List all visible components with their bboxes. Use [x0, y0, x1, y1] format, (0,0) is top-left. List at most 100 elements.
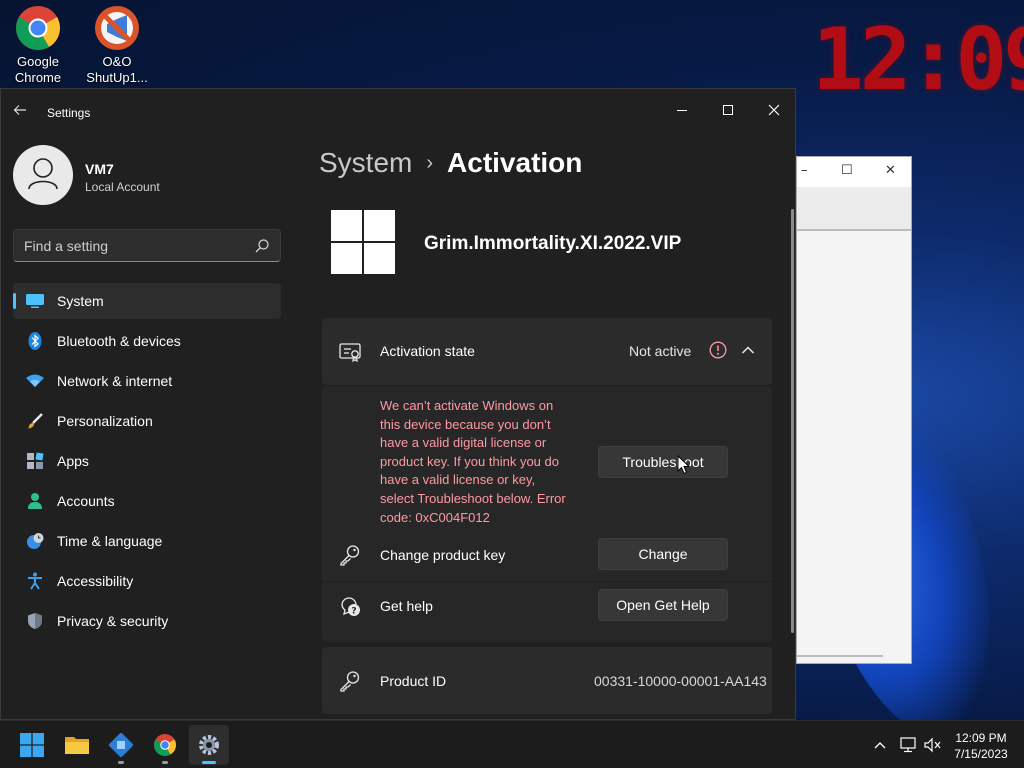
search-box[interactable] — [13, 229, 281, 262]
maximize-button[interactable] — [705, 95, 751, 125]
key-icon — [340, 545, 360, 566]
chevron-up-icon[interactable] — [741, 345, 755, 355]
accounts-icon — [25, 491, 45, 511]
sidebar-item-time-language[interactable]: Time & language — [13, 523, 281, 559]
avatar[interactable] — [13, 145, 73, 205]
activation-state-header[interactable]: Activation state Not active — [322, 318, 772, 385]
settings-window: Settings VM7 Local Account System — [0, 88, 796, 720]
sidebar-item-label: Bluetooth & devices — [57, 333, 181, 349]
search-input[interactable] — [14, 230, 246, 261]
sidebar-item-label: System — [57, 293, 104, 309]
chevron-right-icon: › — [426, 152, 434, 174]
background-window-titlebar[interactable]: – ☐ ✕ — [797, 157, 911, 187]
close-button[interactable] — [751, 95, 797, 125]
network-icon — [25, 371, 45, 391]
minimize-icon[interactable]: – — [801, 163, 808, 178]
sidebar-item-privacy-security[interactable]: Privacy & security — [13, 603, 281, 639]
window-title: Settings — [47, 106, 91, 120]
maximize-icon[interactable]: ☐ — [841, 163, 853, 178]
help-icon: ? — [341, 597, 360, 617]
show-hidden-icons[interactable] — [870, 735, 890, 755]
time-language-icon — [25, 531, 45, 551]
back-arrow-icon[interactable] — [13, 103, 27, 121]
settings-icon — [199, 735, 219, 755]
sidebar-item-network[interactable]: Network & internet — [13, 363, 281, 399]
product-id-card: Product ID 00331-10000-00001-AA143 — [322, 647, 772, 714]
sidebar-item-label: Apps — [57, 453, 89, 469]
sidebar-item-label: Accounts — [57, 493, 115, 509]
accessibility-icon — [25, 571, 45, 591]
taskbar-chrome[interactable] — [145, 725, 185, 765]
background-window-scrollbar[interactable] — [797, 655, 883, 657]
taskbar-settings[interactable] — [189, 725, 229, 765]
product-id-label: Product ID — [380, 673, 447, 689]
close-icon[interactable]: ✕ — [885, 163, 896, 178]
error-line: have a valid digital license or — [380, 435, 547, 451]
activation-details: We can’t activate Windows on this device… — [322, 386, 772, 642]
svg-text:?: ? — [351, 607, 356, 617]
start-button[interactable] — [12, 725, 52, 765]
main-scrollbar[interactable] — [791, 209, 794, 633]
sidebar-item-label: Privacy & security — [57, 613, 169, 629]
windows-edition: Grim.Immortality.XI.2022.VIP — [424, 233, 682, 254]
clock-time: 12:09 PM — [955, 731, 1007, 745]
volume-status[interactable] — [923, 735, 943, 755]
status-badge: Not active — [629, 343, 692, 359]
sidebar-item-accounts[interactable]: Accounts — [13, 483, 281, 519]
sidebar-item-apps[interactable]: Apps — [13, 443, 281, 479]
sidebar-nav: System Bluetooth & devices Network & int… — [13, 283, 281, 643]
error-line: select Troubleshoot below. Error — [380, 490, 566, 506]
mouse-cursor-icon — [677, 455, 691, 475]
chrome-icon — [14, 4, 62, 52]
taskbar-file-explorer[interactable] — [57, 725, 97, 765]
error-line: product key. If you think you do — [380, 453, 559, 469]
activation-state-label: Activation state — [380, 343, 475, 359]
network-monitor-icon — [900, 737, 916, 753]
product-id-value: 00331-10000-00001-AA143 — [594, 673, 767, 689]
sidebar-item-label: Personalization — [57, 413, 153, 429]
bluetooth-icon — [25, 331, 45, 351]
error-line: We can’t activate Windows on — [380, 398, 554, 413]
sidebar-item-bluetooth[interactable]: Bluetooth & devices — [13, 323, 281, 359]
troubleshoot-button[interactable]: Troubleshoot — [598, 446, 728, 478]
change-button[interactable]: Change — [598, 538, 728, 570]
running-indicator — [118, 761, 124, 764]
close-icon — [768, 104, 780, 116]
error-line: this device because you don’t — [380, 416, 551, 432]
background-window-toolbar — [797, 187, 911, 231]
sidebar-item-label: Network & internet — [57, 373, 173, 389]
taskbar-clock[interactable]: 12:09 PM 7/15/2023 — [946, 730, 1016, 762]
user-icon — [28, 158, 58, 190]
sidebar-item-accessibility[interactable]: Accessibility — [13, 563, 281, 599]
sidebar-item-system[interactable]: System — [13, 283, 281, 319]
volume-muted-icon — [924, 737, 941, 753]
get-help-label: Get help — [380, 598, 433, 614]
breadcrumb-parent[interactable]: System — [319, 147, 412, 178]
minimize-icon — [677, 109, 687, 111]
activation-error-message: We can’t activate Windows on this device… — [380, 397, 588, 527]
desktop-icon-label: Chrome — [14, 70, 62, 85]
maximize-icon — [723, 105, 733, 115]
apps-icon — [25, 451, 45, 471]
key-icon — [340, 671, 360, 692]
sidebar-item-label: Time & language — [57, 533, 163, 549]
desktop-icon-oo-shutup[interactable]: O&O ShutUp1... — [79, 0, 155, 86]
desktop-icon-label: ShutUp1... — [86, 70, 148, 85]
network-status[interactable] — [898, 735, 918, 755]
desktop-icon-chrome[interactable]: Google Chrome — [0, 0, 76, 86]
error-line: code: 0xC004F012 — [380, 509, 490, 525]
titlebar[interactable]: Settings — [1, 89, 797, 137]
system-icon — [25, 291, 45, 311]
open-get-help-button[interactable]: Open Get Help — [598, 589, 728, 621]
search-icon[interactable] — [254, 238, 270, 254]
background-window[interactable]: – ☐ ✕ — [796, 156, 912, 664]
taskbar-app[interactable] — [101, 725, 141, 765]
clock-date: 7/15/2023 — [954, 747, 1008, 761]
windows-logo-icon — [331, 210, 395, 274]
row-divider — [322, 581, 772, 582]
minimize-button[interactable] — [659, 95, 705, 125]
sidebar-item-personalization[interactable]: Personalization — [13, 403, 281, 439]
account-type: Local Account — [85, 180, 160, 194]
desktop-icon-label: Google — [17, 54, 59, 69]
taskbar: 12:09 PM 7/15/2023 — [0, 720, 1024, 768]
